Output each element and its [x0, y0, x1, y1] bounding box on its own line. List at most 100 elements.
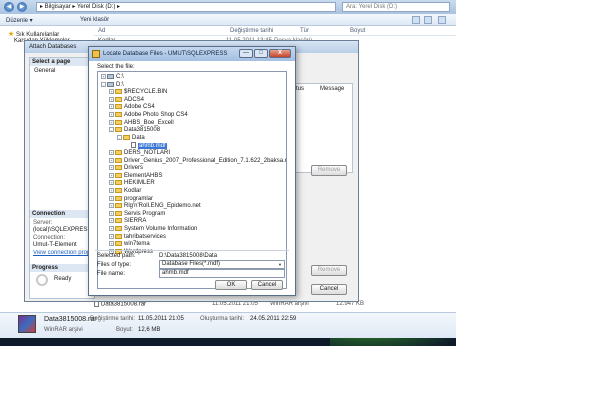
expand-icon[interactable]: +: [109, 119, 114, 125]
column-size[interactable]: Boyut: [350, 28, 365, 34]
new-folder-button[interactable]: Yeni klasör: [80, 17, 109, 23]
tree-item[interactable]: + Drivers: [109, 165, 143, 172]
maximize-icon[interactable]: □: [254, 49, 268, 58]
close-icon[interactable]: X: [269, 49, 291, 58]
files-of-type-select[interactable]: Database Files(*.mdf) ▼: [159, 260, 285, 269]
file-name-field[interactable]: ahmb.mdf: [159, 269, 285, 278]
tree-item[interactable]: + AHBS_Boe_Excell: [109, 119, 174, 127]
selected-path-value: D:\Data3815008\Data: [159, 253, 218, 259]
tree-item[interactable]: - D:\: [101, 81, 124, 89]
file-icon: [131, 142, 136, 149]
expand-icon[interactable]: +: [109, 89, 114, 95]
expand-icon[interactable]: +: [109, 188, 114, 193]
folder-icon: [115, 218, 122, 224]
page-general[interactable]: General: [34, 68, 55, 74]
tree-item[interactable]: + C:\: [101, 74, 124, 81]
collapse-icon[interactable]: -: [109, 127, 114, 133]
details-file-name: Data3815008.rar: [44, 316, 97, 323]
collapse-icon[interactable]: -: [101, 81, 106, 87]
minimize-icon[interactable]: —: [239, 49, 253, 58]
expand-icon[interactable]: +: [109, 241, 114, 247]
expand-icon[interactable]: +: [109, 96, 114, 102]
view-options-icon[interactable]: [412, 16, 420, 24]
tree-item-label: Servis Program: [124, 210, 166, 217]
tree-item-label: win7tema: [124, 241, 150, 248]
organize-button[interactable]: Düzenle ▾: [6, 17, 33, 24]
tree-item[interactable]: + Adobe Photo Shop CS4: [109, 112, 188, 119]
details-file-type: WinRAR arşivi: [44, 327, 83, 333]
tree-item[interactable]: + win7tema: [109, 241, 150, 248]
files-of-type-value: Database Files(*.mdf): [162, 261, 221, 267]
tree-item[interactable]: + $RECYCLE.BIN: [109, 89, 167, 96]
back-arrow-icon[interactable]: ◀: [4, 2, 14, 12]
attach-cancel-button[interactable]: Cancel: [311, 284, 347, 295]
tree-item[interactable]: - Data: [117, 134, 145, 142]
chevron-down-icon: ▼: [278, 262, 282, 267]
details-created-label: Oluşturma tarihi:: [200, 316, 245, 322]
tree-item[interactable]: + HEKIMLER: [109, 180, 155, 187]
winrar-archive-icon: [18, 315, 36, 333]
dialog-title: Locate Database Files - UMUT\SQLEXPRESS: [103, 51, 228, 57]
help-icon[interactable]: [438, 16, 446, 24]
expand-icon[interactable]: +: [109, 195, 114, 201]
view-connection-link[interactable]: View connection properties: [33, 250, 95, 256]
tree-item[interactable]: ahmb.mdf: [125, 142, 167, 149]
tree-item[interactable]: + ElementAHBS: [109, 172, 162, 180]
column-type[interactable]: Tür: [300, 28, 309, 34]
folder-icon: [115, 210, 122, 216]
tree-item[interactable]: - Data3815008: [109, 127, 160, 134]
column-modified[interactable]: Değiştirme tarihi: [230, 28, 273, 34]
nav-favorites[interactable]: ★ Sık Kullanılanlar: [8, 30, 59, 38]
expand-icon[interactable]: +: [109, 180, 114, 186]
dialog-titlebar: Locate Database Files - UMUT\SQLEXPRESS …: [89, 47, 295, 61]
expand-icon[interactable]: +: [109, 203, 114, 209]
column-name[interactable]: Ad: [98, 28, 105, 34]
expand-icon[interactable]: +: [109, 104, 114, 110]
preview-pane-icon[interactable]: [424, 16, 432, 24]
expand-icon[interactable]: +: [109, 112, 114, 117]
file-name-text: Data3815008.rar: [101, 301, 147, 308]
folder-icon: [115, 226, 122, 231]
tree-item[interactable]: + Servis Program: [109, 210, 166, 218]
remove-button-top[interactable]: Remove: [311, 165, 347, 176]
tree-item[interactable]: + Adobe CS4: [109, 104, 155, 111]
expand-icon[interactable]: +: [109, 218, 114, 224]
tree-item-label: programlar: [124, 195, 154, 202]
tree-item[interactable]: + programlar: [109, 195, 154, 203]
address-bar[interactable]: ▸ Bilgisayar ▸ Yerel Disk (D:) ▸: [36, 2, 336, 12]
expand-icon[interactable]: +: [109, 172, 114, 178]
cancel-button[interactable]: Cancel: [251, 280, 283, 290]
tree-item-label: ahmb.mdf: [138, 142, 167, 149]
expand-icon[interactable]: +: [109, 233, 114, 239]
attach-title: Attach Databases: [29, 44, 77, 50]
collapse-icon[interactable]: -: [117, 134, 122, 140]
tree-item[interactable]: + DERS_NOTLARI: [109, 150, 170, 157]
tree-item[interactable]: + tahribatservices: [109, 233, 166, 241]
folder-icon: [115, 157, 122, 163]
tree-item-label: Rlg'n'Roll.ENG_Epidemo.net: [124, 203, 201, 210]
forward-arrow-icon[interactable]: ▶: [17, 2, 27, 12]
tree-item[interactable]: + Kodlar: [109, 188, 141, 195]
tree-item[interactable]: + SIERRA: [109, 218, 146, 225]
remove-button-bottom[interactable]: Remove: [311, 265, 347, 276]
tree-item[interactable]: + Rlg'n'Roll.ENG_Epidemo.net: [109, 203, 201, 210]
drive-icon: [107, 81, 114, 87]
search-input[interactable]: Ara: Yerel Disk (D:): [342, 2, 450, 12]
expand-icon[interactable]: +: [101, 74, 106, 79]
tree-item[interactable]: + Driver_Genius_2007_Professional_Edition…: [109, 157, 286, 165]
expand-icon[interactable]: +: [109, 226, 114, 231]
expand-icon[interactable]: +: [109, 157, 114, 163]
ok-button[interactable]: OK: [215, 280, 247, 290]
expand-icon[interactable]: +: [109, 210, 114, 216]
tree-item[interactable]: + System Volume Information: [109, 226, 197, 233]
details-pane: Data3815008.rar WinRAR arşivi Değiştirme…: [0, 312, 456, 338]
expand-icon[interactable]: +: [109, 150, 114, 155]
tree-item[interactable]: + ADCS4: [109, 96, 144, 104]
details-modified-value: 11.05.2011 21:05: [138, 316, 184, 322]
file-name-value: ahmb.mdf: [162, 270, 189, 276]
expand-icon[interactable]: +: [109, 165, 114, 171]
tree-item-label: $RECYCLE.BIN: [124, 89, 168, 96]
file-name-label: File name:: [97, 271, 126, 277]
connection-header: Connection: [30, 210, 94, 218]
folder-icon: [115, 89, 122, 95]
